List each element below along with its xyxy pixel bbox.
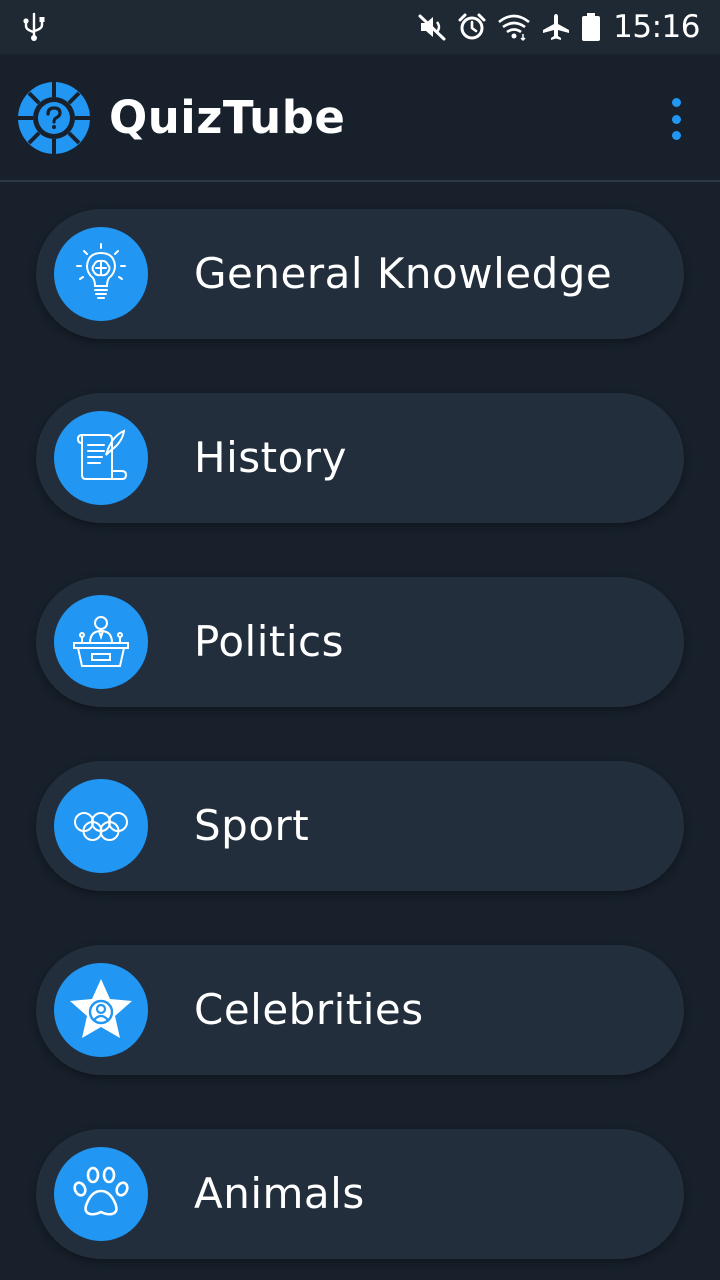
quiztube-logo-icon	[18, 82, 90, 154]
category-animals[interactable]: Animals	[36, 1129, 684, 1259]
overflow-menu-button[interactable]	[666, 94, 686, 144]
category-label: General Knowledge	[194, 249, 613, 298]
app-bar: QuizTube	[0, 54, 720, 182]
lightbulb-brain-icon	[54, 227, 148, 321]
olympic-rings-icon	[54, 779, 148, 873]
category-label: Celebrities	[194, 985, 424, 1034]
category-label: History	[194, 433, 347, 482]
category-sport[interactable]: Sport	[36, 761, 684, 891]
app-title: QuizTube	[109, 91, 346, 144]
category-politics[interactable]: Politics	[36, 577, 684, 707]
status-bar: 15:16	[0, 0, 720, 54]
category-general-knowledge[interactable]: General Knowledge	[36, 209, 684, 339]
scroll-quill-icon	[54, 411, 148, 505]
category-label: Sport	[194, 801, 310, 850]
wifi-icon	[498, 14, 530, 42]
overflow-menu-icon	[671, 98, 681, 107]
usb-icon	[23, 12, 45, 41]
battery-icon	[582, 13, 601, 41]
category-celebrities[interactable]: Celebrities	[36, 945, 684, 1075]
podium-speaker-icon	[54, 595, 148, 689]
category-history[interactable]: History	[36, 393, 684, 523]
overflow-menu-dot	[671, 114, 681, 124]
overflow-menu-dot	[671, 131, 681, 140]
status-time: 15:16	[613, 9, 700, 45]
mute-icon	[418, 14, 446, 41]
category-label: Animals	[194, 1169, 365, 1218]
paw-icon	[54, 1147, 148, 1241]
star-person-icon	[54, 963, 148, 1057]
airplane-icon	[543, 14, 570, 40]
category-label: Politics	[194, 617, 344, 666]
alarm-icon	[458, 13, 486, 40]
